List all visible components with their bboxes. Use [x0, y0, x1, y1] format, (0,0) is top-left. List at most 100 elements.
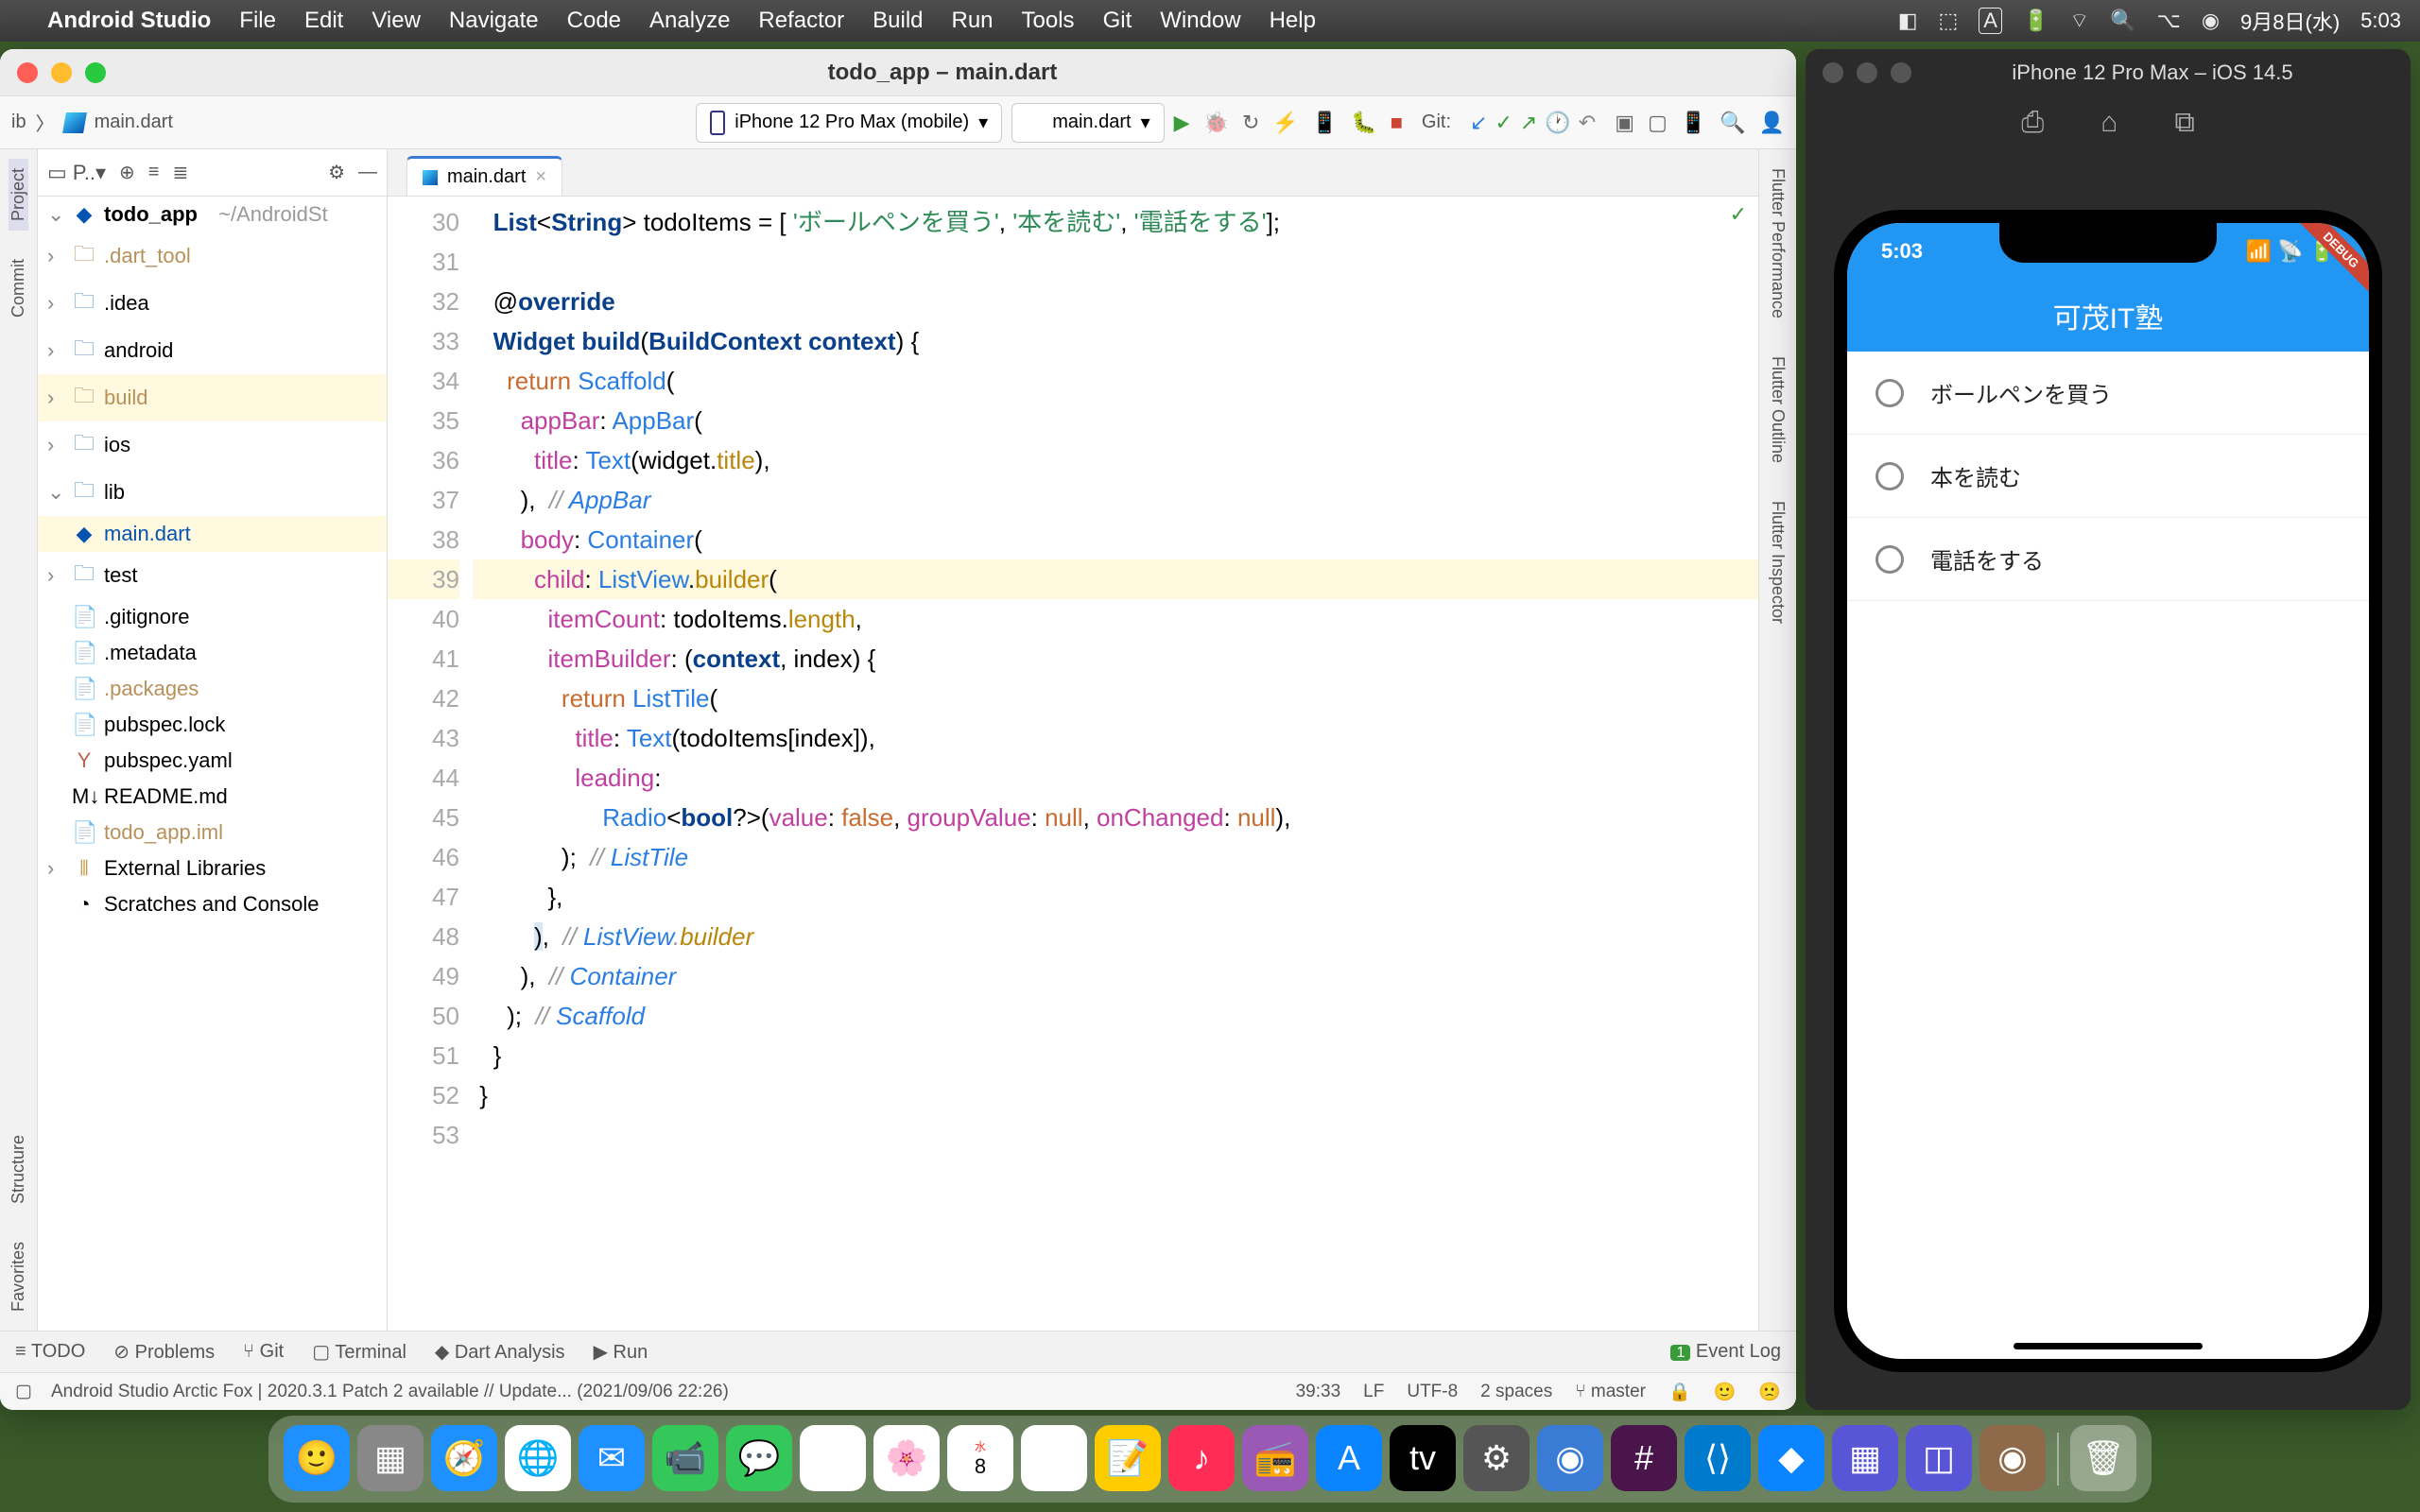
- editor-tab-main[interactable]: main.dart ×: [406, 156, 562, 196]
- tree-scratches[interactable]: ◔Scratches and Console: [38, 886, 387, 922]
- gear-icon[interactable]: ⚙: [328, 161, 345, 184]
- reminders-icon[interactable]: ☑: [1021, 1425, 1087, 1491]
- sim-zoom[interactable]: [1891, 62, 1911, 83]
- menu-analyze[interactable]: Analyze: [649, 8, 730, 34]
- debug-button[interactable]: 🐞: [1203, 111, 1229, 135]
- tree-item[interactable]: ›🗀android: [38, 327, 387, 374]
- device-selector[interactable]: iPhone 12 Pro Max (mobile) ▾: [696, 103, 1002, 143]
- menu-edit[interactable]: Edit: [304, 8, 343, 34]
- list-item[interactable]: ボールペンを買う: [1847, 352, 2369, 435]
- radio-icon[interactable]: [1876, 379, 1904, 407]
- run-tab[interactable]: ▶ Run: [594, 1340, 648, 1364]
- list-item[interactable]: 電話をする: [1847, 518, 2369, 601]
- app-icon[interactable]: ◉: [1979, 1425, 2046, 1491]
- sim-min[interactable]: [1857, 62, 1877, 83]
- appletv-icon[interactable]: tv: [1390, 1425, 1456, 1491]
- git-undo-button[interactable]: ↶: [1579, 111, 1596, 135]
- todo-tab[interactable]: ≡ TODO: [15, 1341, 85, 1363]
- mail-icon[interactable]: ✉: [579, 1425, 645, 1491]
- close-tab-icon[interactable]: ×: [535, 166, 546, 188]
- attach-debugger-button[interactable]: 📱: [1312, 111, 1338, 135]
- hot-reload-button[interactable]: ⚡: [1272, 111, 1298, 135]
- flutter-performance-tab[interactable]: Flutter Performance: [1768, 159, 1788, 328]
- input-icon[interactable]: A: [1979, 8, 2002, 34]
- problems-tab[interactable]: ⊘ Problems: [113, 1340, 215, 1364]
- tree-item-main-dart[interactable]: ◆main.dart: [38, 516, 387, 552]
- control-center-icon[interactable]: ⌥: [2156, 9, 2180, 33]
- sdk-manager-button[interactable]: ▢: [1648, 111, 1668, 135]
- flutter-outline-tab[interactable]: Flutter Outline: [1768, 347, 1788, 472]
- dropbox-icon[interactable]: ⬚: [1939, 9, 1959, 33]
- finder-icon[interactable]: 🙂: [284, 1425, 350, 1491]
- tree-external-libs[interactable]: ›⫴External Libraries: [38, 850, 387, 886]
- menu-file[interactable]: File: [239, 8, 276, 34]
- status-message[interactable]: Android Studio Arctic Fox | 2020.3.1 Pat…: [51, 1382, 729, 1402]
- git-history-button[interactable]: 🕐: [1545, 111, 1570, 135]
- user-icon[interactable]: 👤: [1759, 111, 1785, 135]
- tree-item[interactable]: 📄todo_app.iml: [38, 815, 387, 850]
- git-push-button[interactable]: ↗: [1520, 111, 1537, 135]
- facetime-icon[interactable]: 📹: [652, 1425, 718, 1491]
- search-everywhere-button[interactable]: 🔍: [1720, 111, 1745, 135]
- notes-icon[interactable]: 📝: [1095, 1425, 1161, 1491]
- trello-icon[interactable]: ◧: [1898, 9, 1918, 33]
- tree-root[interactable]: ⌄◆todo_app ~/AndroidSt: [38, 197, 387, 232]
- structure-tool-tab[interactable]: Structure: [9, 1125, 28, 1213]
- branch[interactable]: ⑂ master: [1575, 1382, 1646, 1402]
- minimize-button[interactable]: [51, 62, 72, 83]
- music-icon[interactable]: ♪: [1168, 1425, 1235, 1491]
- menu-git[interactable]: Git: [1103, 8, 1132, 34]
- indent[interactable]: 2 spaces: [1480, 1382, 1552, 1402]
- menu-run[interactable]: Run: [952, 8, 994, 34]
- home-indicator[interactable]: [2014, 1343, 2203, 1349]
- tree-item[interactable]: 📄.gitignore: [38, 599, 387, 635]
- project-tool-tab[interactable]: Project: [9, 159, 28, 231]
- tree-item[interactable]: Ypubspec.yaml: [38, 743, 387, 779]
- battery-icon[interactable]: 🔋: [2023, 9, 2048, 33]
- lock-icon[interactable]: 🔒: [1668, 1381, 1691, 1403]
- home-icon[interactable]: ⌂: [2100, 107, 2118, 139]
- appstore-icon[interactable]: A: [1316, 1425, 1382, 1491]
- menu-help[interactable]: Help: [1270, 8, 1316, 34]
- tree-item[interactable]: 📄.packages: [38, 671, 387, 707]
- app-icon[interactable]: ▦: [1832, 1425, 1898, 1491]
- favorites-tool-tab[interactable]: Favorites: [9, 1232, 28, 1321]
- close-button[interactable]: [17, 62, 38, 83]
- tree-item[interactable]: ›🗀.idea: [38, 280, 387, 327]
- settings-icon[interactable]: ⚙: [1463, 1425, 1530, 1491]
- menubar-date[interactable]: 9月8日(水): [2240, 6, 2340, 36]
- tool-window-icon[interactable]: ▢: [15, 1381, 32, 1402]
- sim-close[interactable]: [1823, 62, 1843, 83]
- project-dropdown[interactable]: ▭ P..▾: [47, 161, 106, 185]
- git-pull-button[interactable]: ↙: [1470, 111, 1487, 135]
- code-editor[interactable]: ✓ 30313233343536373839404142434445464748…: [388, 197, 1758, 1331]
- git-tab[interactable]: ⑂ Git: [243, 1341, 284, 1363]
- avd-manager-button[interactable]: ▣: [1615, 111, 1634, 135]
- screenshot-icon[interactable]: ⎙: [2021, 107, 2044, 139]
- terminal-tab[interactable]: ▢ Terminal: [312, 1340, 406, 1364]
- tree-item[interactable]: 📄.metadata: [38, 635, 387, 671]
- app-icon[interactable]: ◆: [1758, 1425, 1824, 1491]
- zoom-button[interactable]: [85, 62, 106, 83]
- list-item[interactable]: 本を読む: [1847, 435, 2369, 518]
- phone-screen[interactable]: DEBUG 5:03 📶 📡 🔋 可茂IT塾 ボールペンを買う 本を読む 電話を…: [1847, 223, 2369, 1359]
- photos-icon[interactable]: 🌸: [873, 1425, 940, 1491]
- tree-item[interactable]: 📄pubspec.lock: [38, 707, 387, 743]
- app-icon[interactable]: ◉: [1537, 1425, 1603, 1491]
- coverage-button[interactable]: ↻: [1242, 111, 1259, 135]
- menu-window[interactable]: Window: [1160, 8, 1240, 34]
- stop-button[interactable]: ■: [1391, 111, 1403, 135]
- trash-icon[interactable]: 🗑: [2070, 1425, 2136, 1491]
- tree-item[interactable]: ›🗀ios: [38, 421, 387, 469]
- slack-icon[interactable]: #: [1611, 1425, 1677, 1491]
- radio-icon[interactable]: [1876, 545, 1904, 574]
- flutter-attach-button[interactable]: 🐛: [1351, 111, 1376, 135]
- locate-icon[interactable]: ⊕: [119, 161, 135, 184]
- messages-icon[interactable]: 💬: [726, 1425, 792, 1491]
- collapse-icon[interactable]: ≣: [172, 161, 188, 184]
- event-log-tab[interactable]: 1 Event Log: [1670, 1341, 1781, 1363]
- calendar-icon[interactable]: 水8: [947, 1425, 1013, 1491]
- expand-icon[interactable]: ≡: [148, 162, 160, 183]
- wifi-icon[interactable]: ⌔: [2069, 8, 2089, 34]
- run-button[interactable]: ▶: [1174, 111, 1190, 135]
